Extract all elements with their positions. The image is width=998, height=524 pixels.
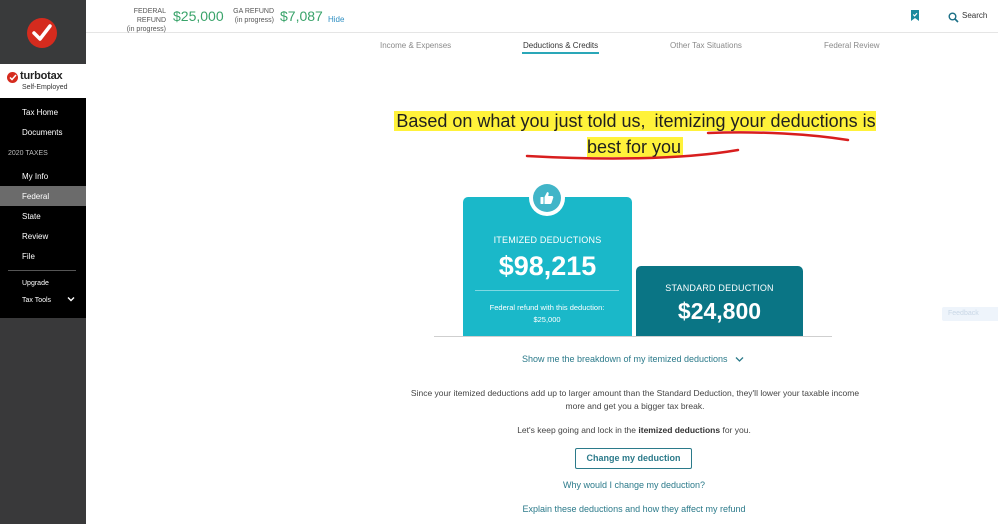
- ga-refund-label: GA REFUND (in progress): [232, 7, 274, 25]
- keep-bold: itemized deductions: [638, 425, 721, 435]
- chevron-down-icon[interactable]: [735, 355, 744, 365]
- sidebar-section-2020-taxes: 2020 TAXES: [8, 150, 48, 157]
- headline-part1: Based on what you just told us,: [394, 111, 653, 131]
- brand-check-icon: [7, 72, 18, 83]
- sidebar-item-tax-home[interactable]: Tax Home: [22, 108, 58, 117]
- tab-deductions-credits[interactable]: Deductions & Credits: [523, 41, 598, 50]
- sidebar-item-federal[interactable]: Federal: [22, 192, 49, 201]
- app-root: turbotax Self-Employed Tax Home Document…: [0, 0, 998, 524]
- keep-prefix: Let's keep going and lock in the: [517, 425, 639, 435]
- tab-federal-review[interactable]: Federal Review: [824, 41, 880, 50]
- feedback-label[interactable]: Feedback: [948, 310, 979, 317]
- tab-income-expenses[interactable]: Income & Expenses: [380, 41, 451, 50]
- sidebar-item-review[interactable]: Review: [22, 232, 48, 241]
- keep-going-text: Let's keep going and lock in the itemize…: [434, 425, 834, 435]
- explain-deductions-link[interactable]: Explain these deductions and how they af…: [434, 504, 834, 514]
- itemized-card-divider: [475, 290, 619, 291]
- tab-other-tax-situations[interactable]: Other Tax Situations: [670, 41, 742, 50]
- brand-name: turbotax: [20, 70, 63, 82]
- breakdown-link[interactable]: Show me the breakdown of my itemized ded…: [470, 354, 796, 365]
- sidebar-item-documents[interactable]: Documents: [22, 128, 62, 137]
- page-headline: Based on what you just told us, itemizin…: [380, 108, 890, 160]
- explanation-line-2: more and get you a bigger tax break.: [565, 401, 705, 411]
- ga-refund-amount: $7,087: [280, 8, 323, 24]
- itemized-card-title: ITEMIZED DEDUCTIONS: [493, 235, 602, 245]
- sidebar-item-my-info[interactable]: My Info: [22, 172, 48, 181]
- sidebar-divider: [8, 270, 76, 271]
- itemized-deductions-card: ITEMIZED DEDUCTIONS $98,215 Federal refu…: [463, 197, 632, 337]
- explanation-text: Since your itemized deductions add up to…: [384, 387, 886, 413]
- turbotax-check-logo-icon[interactable]: [27, 18, 57, 48]
- breakdown-link-label[interactable]: Show me the breakdown of my itemized ded…: [522, 354, 728, 364]
- brand-edition: Self-Employed: [22, 84, 68, 91]
- explanation-line-1: Since your itemized deductions add up to…: [410, 388, 860, 398]
- search-icon[interactable]: [948, 10, 959, 28]
- chevron-down-icon[interactable]: [67, 295, 75, 305]
- sidebar-item-file[interactable]: File: [22, 252, 35, 261]
- itemized-card-amount: $98,215: [498, 251, 597, 281]
- itemized-note-value: $25,000: [533, 315, 561, 324]
- why-change-deduction-link[interactable]: Why would I change my deduction?: [484, 480, 784, 490]
- hide-refund-link[interactable]: Hide: [328, 15, 344, 24]
- sidebar-item-tax-tools[interactable]: Tax Tools: [22, 297, 51, 304]
- sidebar-item-upgrade[interactable]: Upgrade: [22, 280, 49, 287]
- sidebar-item-state[interactable]: State: [22, 212, 41, 221]
- feedback-tab[interactable]: Feedback: [942, 307, 998, 321]
- sidebar: turbotax Self-Employed Tax Home Document…: [0, 0, 86, 524]
- federal-refund-label: FEDERAL REFUND (in progress): [108, 7, 166, 34]
- cards-baseline: [434, 336, 832, 337]
- sidebar-nav: Tax Home Documents 2020 TAXES My Info Fe…: [0, 98, 86, 318]
- change-my-deduction-button[interactable]: Change my deduction: [575, 448, 692, 469]
- thumbs-up-icon: [533, 184, 561, 212]
- ga-refund-title: GA REFUND: [233, 8, 274, 15]
- search-button[interactable]: Search: [962, 11, 987, 20]
- active-tab-indicator: [522, 52, 599, 54]
- ga-refund-status: (in progress): [234, 17, 274, 24]
- itemized-note-label: Federal refund with this deduction:: [489, 303, 605, 312]
- itemized-card-note: Federal refund with this deduction: $25,…: [473, 302, 621, 326]
- keep-suffix: for you.: [720, 425, 751, 435]
- standard-deduction-card: STANDARD DEDUCTION $24,800: [636, 266, 803, 337]
- standard-card-amount: $24,800: [677, 298, 762, 324]
- federal-refund-amount: $25,000: [173, 8, 224, 24]
- standard-card-title: STANDARD DEDUCTION: [665, 283, 774, 293]
- federal-refund-status: (in progress): [126, 26, 166, 33]
- federal-refund-title: FEDERAL REFUND: [133, 8, 166, 24]
- top-header: FEDERAL REFUND (in progress) $25,000 GA …: [86, 0, 998, 33]
- bookmark-icon[interactable]: [910, 9, 920, 27]
